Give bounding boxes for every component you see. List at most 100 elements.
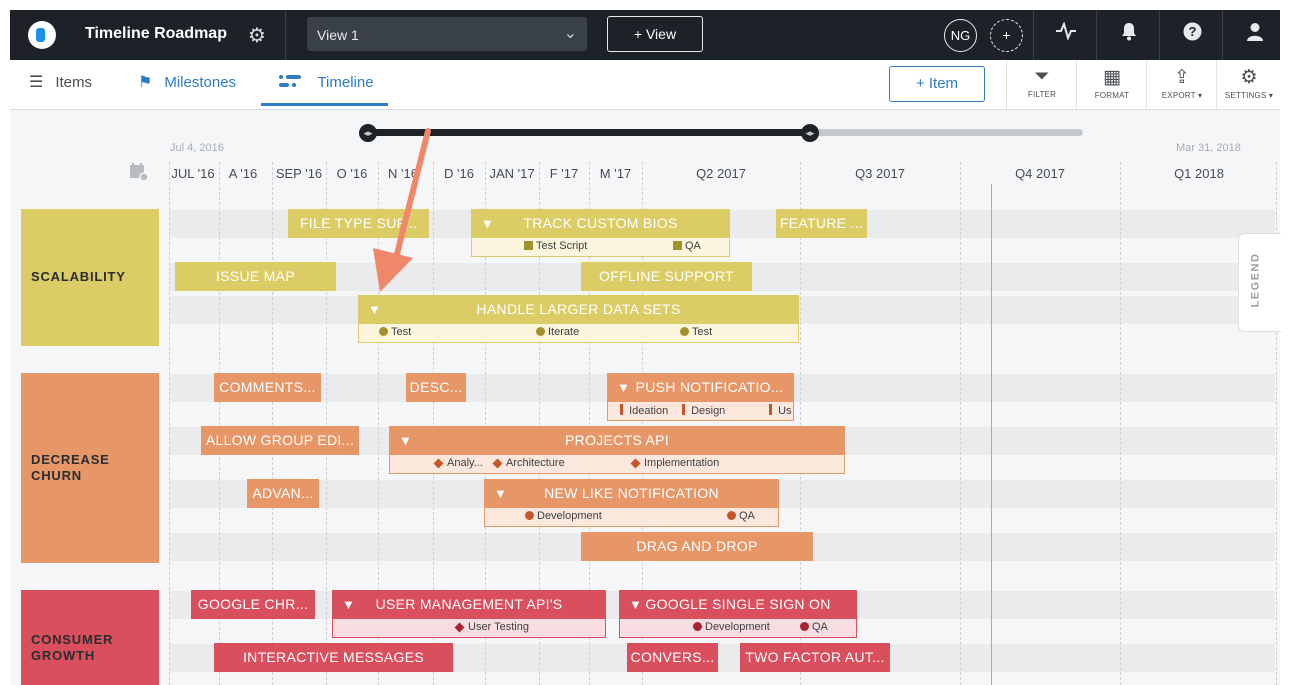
subtask[interactable]: Iterate — [536, 326, 579, 338]
timeline-bar[interactable]: INTERACTIVE MESSAGES — [214, 643, 453, 672]
phase-marker-icon — [682, 404, 685, 415]
tab-milestones[interactable]: ⚑ Milestones — [138, 60, 236, 106]
subtask[interactable]: Us — [769, 404, 792, 417]
add-view-button[interactable]: + View — [607, 16, 703, 52]
subtask-label: Architecture — [506, 457, 565, 469]
activity-icon[interactable] — [1051, 21, 1081, 45]
timeline-bar[interactable]: TWO FACTOR AUT... — [740, 643, 890, 672]
expand-chevron-icon[interactable]: ▼ — [342, 590, 355, 619]
timeline-bar[interactable]: FEATURE ... — [776, 209, 867, 238]
timeline-bar[interactable]: ISSUE MAP — [175, 262, 336, 291]
bar-subtasks: Analy... Architecture Implementation — [389, 455, 845, 474]
diamond-marker-icon — [454, 622, 465, 633]
filter-button[interactable]: ⏷ FILTER — [1006, 60, 1077, 109]
legend-label: LEGEND — [1249, 252, 1262, 308]
column-header: D '16 — [444, 166, 474, 181]
lane-label: SCALABILITY — [31, 269, 126, 284]
lane-label: DECREASE — [31, 452, 110, 467]
bar-label: PUSH NOTIFICATIO... — [635, 379, 784, 395]
settings-button[interactable]: ⚙ SETTINGS ▾ — [1216, 60, 1281, 109]
timeline-bar[interactable]: ▼ USER MANAGEMENT API'S — [332, 590, 606, 619]
app-logo-icon[interactable] — [28, 21, 56, 49]
range-end-handle[interactable]: ◂▸ — [801, 124, 819, 142]
grid-line — [960, 162, 961, 685]
lane-label: CHURN — [31, 468, 82, 483]
expand-chevron-icon[interactable]: ▼ — [368, 295, 381, 324]
subtask[interactable]: Test — [379, 326, 411, 338]
lane-decrease-churn[interactable]: DECREASE CHURN — [21, 373, 159, 563]
tab-timeline[interactable]: Timeline — [261, 60, 388, 106]
lane-scalability[interactable]: SCALABILITY — [21, 209, 159, 346]
subtask[interactable]: Test — [680, 326, 712, 338]
timeline-bar[interactable]: ▼ TRACK CUSTOM BIOS — [471, 209, 730, 238]
add-user-icon[interactable]: + — [990, 19, 1023, 52]
range-start-date: Jul 4, 2016 — [170, 142, 224, 154]
tab-items[interactable]: ☰ Items — [29, 60, 92, 106]
timeline-bar[interactable]: ALLOW GROUP EDI... — [201, 426, 359, 455]
export-icon: ⇪ — [1174, 67, 1190, 88]
circle-marker-icon — [727, 511, 736, 520]
timeline-bar[interactable]: ▼ PROJECTS API — [389, 426, 845, 455]
diamond-marker-icon — [630, 458, 641, 469]
help-icon[interactable]: ? — [1177, 22, 1207, 46]
expand-chevron-icon[interactable]: ▼ — [494, 479, 507, 508]
expand-chevron-icon[interactable]: ▼ — [399, 426, 412, 455]
timeline-bar[interactable]: ▼ NEW LIKE NOTIFICATION — [484, 479, 779, 508]
expand-chevron-icon[interactable]: ▼ — [617, 373, 630, 402]
subtask[interactable]: Analy... — [433, 457, 483, 469]
subtask[interactable]: QA — [800, 621, 828, 633]
subtask[interactable]: User Testing — [454, 621, 529, 633]
timeline-bar[interactable]: GOOGLE CHR... — [191, 590, 315, 619]
roadmap-settings-gear-icon[interactable]: ⚙ — [248, 23, 266, 48]
square-marker-icon — [524, 241, 533, 250]
export-button[interactable]: ⇪ EXPORT ▾ — [1146, 60, 1217, 109]
subtask[interactable]: Development — [525, 510, 602, 522]
timeline-bar[interactable]: DRAG AND DROP — [581, 532, 813, 561]
range-start-handle[interactable]: ◂▸ — [359, 124, 377, 142]
subtask-label: User Testing — [468, 621, 529, 633]
lane-consumer-growth[interactable]: CONSUMER GROWTH — [21, 590, 159, 685]
subtask[interactable]: Architecture — [492, 457, 565, 469]
timeline-bar[interactable]: CONVERS... — [627, 643, 718, 672]
bar-label: GOOGLE SINGLE SIGN ON — [645, 596, 831, 612]
format-button[interactable]: ▦ FORMAT — [1076, 60, 1147, 109]
column-header: F '17 — [549, 166, 579, 181]
user-avatar[interactable]: NG — [944, 19, 977, 52]
svg-text:?: ? — [1188, 24, 1196, 39]
expand-chevron-icon[interactable]: ▼ — [481, 209, 494, 238]
timeline-icon — [279, 74, 305, 91]
column-header: Q4 2017 — [1015, 166, 1065, 181]
grid-line — [169, 162, 170, 685]
subtask[interactable]: Development — [693, 621, 770, 633]
subtask[interactable]: Implementation — [630, 457, 719, 469]
timeline-bar[interactable]: ▼ PUSH NOTIFICATIO... — [607, 373, 794, 402]
timeline-bar[interactable]: FILE TYPE SUP... — [288, 209, 429, 238]
subtask-label: QA — [685, 240, 701, 252]
subtask[interactable]: QA — [727, 510, 755, 522]
user-profile-icon[interactable] — [1240, 22, 1270, 46]
view-select[interactable]: View 1 ⌄ — [307, 17, 587, 51]
timeline-bar[interactable]: COMMENTS... — [214, 373, 321, 402]
legend-toggle[interactable]: LEGEND — [1238, 233, 1281, 332]
subtask[interactable]: Test Script — [524, 240, 587, 252]
date-range-slider-selection[interactable] — [370, 129, 811, 136]
column-header: O '16 — [336, 166, 368, 181]
calendar-settings-icon[interactable] — [129, 162, 149, 187]
add-item-button[interactable]: + Item — [889, 66, 985, 102]
bar-subtasks: Development QA — [484, 508, 779, 527]
timeline-bar[interactable]: ▼ GOOGLE SINGLE SIGN ON — [619, 590, 857, 619]
expand-chevron-icon[interactable]: ▼ — [629, 590, 642, 619]
circle-marker-icon — [536, 327, 545, 336]
grid-line — [1120, 162, 1121, 685]
subtask[interactable]: Design — [682, 404, 725, 417]
subtask[interactable]: QA — [673, 240, 701, 252]
timeline-bar[interactable]: OFFLINE SUPPORT — [581, 262, 752, 291]
bell-icon[interactable] — [1114, 22, 1144, 46]
timeline-bar[interactable]: DESC... — [406, 373, 466, 402]
timeline-bar[interactable]: ▼ HANDLE LARGER DATA SETS — [358, 295, 799, 324]
subtask[interactable]: Ideation — [620, 404, 668, 417]
square-marker-icon — [673, 241, 682, 250]
subtask-label: Test Script — [536, 240, 588, 252]
timeline-bar[interactable]: ADVAN... — [247, 479, 319, 508]
range-end-date: Mar 31, 2018 — [1176, 142, 1241, 154]
